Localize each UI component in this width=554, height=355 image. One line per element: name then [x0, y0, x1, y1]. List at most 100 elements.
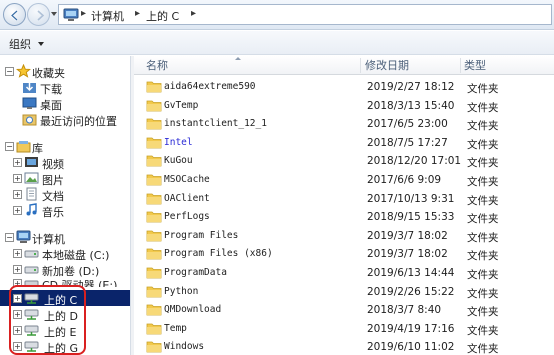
tree-item-downloads[interactable]: 下载 [0, 79, 130, 96]
tree-item-videos[interactable]: + 视频 [0, 154, 130, 171]
download-folder-icon [23, 83, 36, 93]
file-modified-date: 2017/6/5 23:00 [367, 118, 448, 131]
forward-button[interactable] [27, 3, 50, 26]
expand-toggle[interactable]: + [13, 249, 22, 258]
file-modified-date: 2019/6/13 14:44 [367, 267, 455, 279]
folder-icon [146, 100, 162, 111]
folder-icon [146, 155, 162, 167]
file-modified-date: 2017/6/6 9:09 [367, 174, 442, 186]
file-name: Program Files (x86) [164, 248, 273, 260]
recent-places-icon [22, 114, 37, 126]
file-type: 文件夹 [467, 138, 499, 151]
tree-libraries[interactable]: − 库 [0, 138, 130, 155]
breadcrumb-separator[interactable]: ▸ [135, 8, 140, 19]
file-name: instantclient_12_1 [164, 118, 267, 130]
table-row[interactable]: aida64extreme590 2019/2/27 18:12 文件夹 [134, 78, 554, 96]
file-name: Python [164, 285, 199, 297]
tree-item-music[interactable]: + 音乐 [0, 202, 130, 219]
collapse-toggle[interactable]: − [5, 142, 14, 151]
breadcrumb-current-drive[interactable]: 上的 C [146, 8, 179, 24]
tree-computer[interactable]: − 计算机 [0, 229, 130, 246]
collapse-toggle[interactable]: − [5, 233, 14, 242]
tree-item-pictures[interactable]: + 图片 [0, 170, 130, 187]
file-name: Temp [164, 322, 187, 334]
tree-item-local-disk-c[interactable]: + 本地磁盘 (C:) [0, 245, 130, 262]
back-arrow-icon [10, 10, 18, 21]
file-type: 文件夹 [467, 306, 499, 319]
star-icon [16, 64, 31, 78]
table-row[interactable]: KuGou 2018/12/20 17:01 文件夹 [134, 152, 554, 170]
tree-item-desktop[interactable]: 桌面 [0, 95, 130, 112]
expand-toggle[interactable]: + [13, 158, 22, 167]
computer-icon [63, 8, 79, 21]
tree-item-recent-places[interactable]: 最近访问的位置 [0, 111, 130, 128]
file-type: 文件夹 [467, 324, 499, 337]
column-header-type[interactable]: 类型 [464, 56, 554, 75]
breadcrumb-computer[interactable]: 计算机 [91, 8, 124, 24]
breadcrumb-separator[interactable]: ▸ [191, 8, 196, 19]
file-type: 文件夹 [467, 83, 499, 95]
table-row[interactable]: Program Files 2019/3/7 18:02 文件夹 [134, 227, 554, 245]
organize-menu-button[interactable]: 组织 [9, 36, 31, 52]
file-modified-date: 2017/10/13 9:31 [367, 192, 455, 205]
annotation-highlight-box [9, 285, 86, 355]
chevron-down-icon[interactable] [38, 42, 44, 46]
file-type: 文件夹 [467, 194, 499, 207]
file-type: 文件夹 [467, 287, 499, 300]
folder-icon [146, 267, 162, 279]
file-name: aida64extreme590 [164, 81, 256, 92]
file-name: GvTemp [164, 99, 199, 111]
computer-icon [16, 230, 31, 243]
table-row[interactable]: PerfLogs 2018/9/15 15:33 文件夹 [134, 208, 554, 226]
file-type: 文件夹 [467, 213, 499, 226]
expand-toggle[interactable]: + [13, 265, 22, 274]
table-row[interactable]: Windows 2019/6/10 11:02 文件夹 [134, 338, 554, 355]
table-row[interactable]: instantclient_12_1 2017/6/5 23:00 文件夹 [134, 115, 554, 133]
column-divider[interactable] [360, 58, 361, 73]
file-type: 文件夹 [467, 176, 499, 188]
address-bar-area: ▸ 计算机 ▸ 上的 C ▸ [0, 0, 554, 30]
desktop-icon [22, 97, 37, 109]
table-row[interactable]: Python 2019/2/26 15:22 文件夹 [134, 283, 554, 301]
folder-icon [146, 286, 162, 297]
folder-icon [146, 137, 162, 149]
file-list: 名称 修改日期 类型 aida64extreme590 2019/2/27 18:… [134, 56, 554, 355]
tree-favorites[interactable]: − 收藏夹 [0, 63, 130, 80]
table-row[interactable]: ProgramData 2019/6/13 14:44 文件夹 [134, 264, 554, 282]
table-row[interactable]: OAClient 2017/10/13 9:31 文件夹 [134, 190, 554, 208]
back-button[interactable] [3, 3, 26, 26]
file-modified-date: 2018/12/20 17:01 [367, 155, 462, 168]
recent-pages-dropdown[interactable] [51, 12, 57, 16]
expand-toggle[interactable]: + [13, 206, 22, 215]
breadcrumb-separator[interactable]: ▸ [81, 8, 86, 19]
folder-icon [146, 211, 162, 223]
expand-toggle[interactable]: + [13, 174, 22, 183]
file-modified-date: 2018/7/5 17:27 [367, 136, 448, 149]
folder-icon [146, 118, 162, 130]
expand-toggle[interactable]: + [13, 190, 22, 199]
column-divider[interactable] [460, 58, 461, 73]
folder-icon [146, 341, 162, 353]
column-header-date[interactable]: 修改日期 [365, 56, 460, 75]
collapse-toggle[interactable]: − [5, 67, 14, 76]
folder-icon [146, 304, 162, 316]
tree-label: 最近访问的位置 [40, 115, 117, 128]
file-type: 文件夹 [467, 269, 499, 281]
folder-icon [146, 81, 162, 93]
table-row[interactable]: QMDownload 2018/3/7 8:40 文件夹 [134, 301, 554, 319]
folder-icon [146, 248, 162, 260]
column-header-name[interactable]: 名称 [146, 56, 358, 75]
video-icon [25, 157, 38, 167]
folder-icon [146, 174, 162, 186]
table-row[interactable]: GvTemp 2018/3/13 15:40 文件夹 [134, 97, 554, 115]
file-type: 文件夹 [467, 231, 499, 244]
table-row[interactable]: Temp 2019/4/19 17:16 文件夹 [134, 320, 554, 338]
address-box[interactable]: ▸ 计算机 ▸ 上的 C ▸ [58, 4, 552, 25]
library-icon [16, 141, 31, 153]
tree-item-documents[interactable]: + 文档 [0, 186, 130, 203]
table-row[interactable]: Program Files (x86) 2019/3/7 18:02 文件夹 [134, 245, 554, 263]
table-row[interactable]: MSOCache 2017/6/6 9:09 文件夹 [134, 171, 554, 189]
file-type: 文件夹 [467, 250, 499, 263]
file-modified-date: 2018/3/13 15:40 [367, 99, 455, 112]
table-row[interactable]: Intel 2018/7/5 17:27 文件夹 [134, 134, 554, 152]
